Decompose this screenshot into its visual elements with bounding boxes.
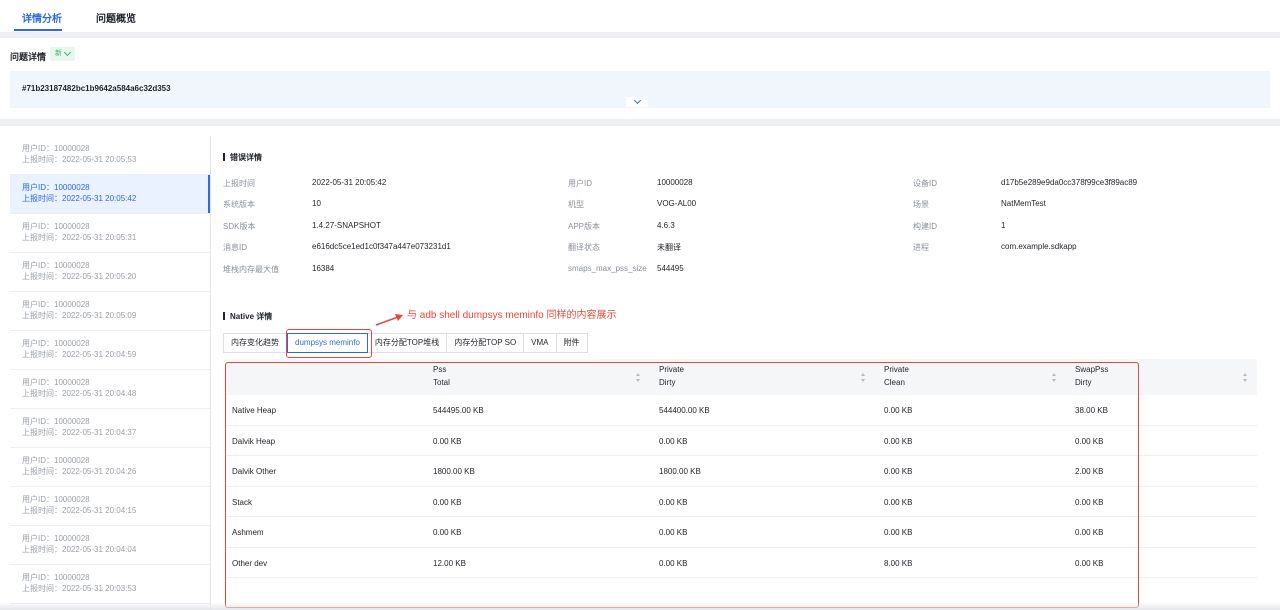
report-user-id: 用户ID：10000028 [22, 339, 90, 348]
chevron-down-icon [633, 96, 641, 105]
field-label: 设备ID [913, 179, 937, 188]
main-panel: 用户ID：10000028 上报时间：2022-05-31 20:05:53 用… [0, 126, 1280, 610]
report-list-item[interactable]: 用户ID：10000028 上报时间：2022-05-31 20:04:15 [10, 487, 210, 526]
report-time: 上报时间：2022-05-31 20:04:04 [22, 545, 137, 554]
field-label: 用户ID [568, 179, 592, 188]
report-list-item-selected[interactable]: 用户ID：10000028 上报时间：2022-05-31 20:05:42 [10, 175, 210, 214]
report-list-item[interactable]: 用户ID：10000028 上报时间：2022-05-31 20:05:53 [10, 136, 210, 175]
annotation-text: 与 adb shell dumpsys meminfo 同样的内容展示 [407, 310, 617, 321]
report-list-item[interactable]: 用户ID：10000028 上报时间：2022-05-31 20:05:09 [10, 292, 210, 331]
field-label: 翻译状态 [568, 243, 600, 252]
field-value: 4.6.3 [657, 221, 675, 230]
detail-content: 错误详情 上报时间 2022-05-31 20:05:42 系统版本 10 SD… [223, 126, 1268, 610]
native-sub-tabs: 内存变化趋势 dumpsys meminfo 内存分配TOP堆栈 内存分配TOP… [223, 333, 588, 353]
field-value: 未翻译 [657, 243, 681, 252]
tab-attachment[interactable]: 附件 [556, 333, 588, 353]
field-value: 1.4.27-SNAPSHOT [312, 221, 381, 230]
report-list-item[interactable]: 用户ID：10000028 上报时间：2022-05-31 20:04:26 [10, 448, 210, 487]
report-user-id: 用户ID：10000028 [22, 495, 90, 504]
sidebar-divider [210, 136, 211, 610]
annotation-highlight-table [225, 362, 1139, 608]
issue-hash: #71b23187482bc1b9642a584a6c32d353 [22, 84, 171, 93]
report-list-item[interactable]: 用户ID：10000028 上报时间：2022-05-31 20:04:04 [10, 526, 210, 565]
field-value: 1 [1001, 221, 1006, 230]
report-list-item[interactable]: 用户ID：10000028 上报时间：2022-05-31 20:04:48 [10, 370, 210, 409]
report-user-id: 用户ID：10000028 [22, 144, 90, 153]
report-time: 上报时间：2022-05-31 20:04:26 [22, 467, 137, 476]
field-label: 上报时间 [223, 179, 255, 188]
field-value: com.example.sdkapp [1001, 242, 1077, 251]
tab-issue-overview[interactable]: 问题概览 [96, 10, 136, 25]
tab-top-stack[interactable]: 内存分配TOP堆栈 [367, 333, 448, 353]
report-user-id: 用户ID：10000028 [22, 300, 90, 309]
report-user-id: 用户ID：10000028 [22, 534, 90, 543]
native-detail-title: Native 详情 [223, 311, 272, 322]
field-label: 场景 [913, 200, 929, 209]
report-list: 用户ID：10000028 上报时间：2022-05-31 20:05:53 用… [10, 136, 210, 610]
top-tab-bar: 详情分析 问题概览 [0, 0, 1280, 32]
active-tab-indicator [14, 29, 62, 31]
report-time: 上报时间：2022-05-31 20:04:59 [22, 350, 137, 359]
field-label: smaps_max_pss_size [568, 264, 647, 273]
field-label: 机型 [568, 200, 584, 209]
issue-status-badge[interactable]: 新 [50, 47, 75, 61]
expand-button[interactable] [626, 96, 648, 107]
report-user-id: 用户ID：10000028 [22, 378, 90, 387]
report-user-id: 用户ID：10000028 [22, 573, 90, 582]
field-label: APP版本 [568, 222, 601, 231]
field-label: 进程 [913, 243, 929, 252]
tab-top-so[interactable]: 内存分配TOP SO [447, 333, 525, 353]
error-detail-title: 错误详情 [223, 152, 262, 163]
field-value: 16384 [312, 264, 335, 273]
field-label: SDK版本 [223, 222, 256, 231]
field-value: NatMemTest [1001, 199, 1046, 208]
report-time: 上报时间：2022-05-31 20:05:20 [22, 272, 137, 281]
scroll-fade [0, 602, 1280, 610]
report-user-id: 用户ID：10000028 [22, 417, 90, 426]
report-time: 上报时间：2022-05-31 20:04:37 [22, 428, 137, 437]
field-value: d17b5e289e9da0cc378f99ce3f89ac89 [1001, 178, 1138, 187]
field-value: e616dc5ce1ed1c0f347a447e073231d1 [312, 242, 451, 251]
report-time: 上报时间：2022-05-31 20:05:09 [22, 311, 137, 320]
tab-memory-trend[interactable]: 内存变化趋势 [223, 333, 287, 353]
report-list-item[interactable]: 用户ID：10000028 上报时间：2022-05-31 20:04:37 [10, 409, 210, 448]
report-user-id: 用户ID：10000028 [22, 456, 90, 465]
field-value: 10000028 [657, 178, 693, 187]
field-label: 堆栈内存最大值 [223, 265, 279, 274]
issue-card: 问题详情 新 #71b23187482bc1b9642a584a6c32d353 [0, 38, 1280, 119]
report-list-item[interactable]: 用户ID：10000028 上报时间：2022-05-31 20:04:59 [10, 331, 210, 370]
chevron-down-icon [63, 48, 72, 57]
field-label: 构建ID [913, 222, 937, 231]
field-value: 10 [312, 199, 321, 208]
report-time: 上报时间：2022-05-31 20:05:53 [22, 155, 137, 164]
field-label: 消息ID [223, 243, 247, 252]
report-user-id: 用户ID：10000028 [22, 261, 90, 270]
report-user-id: 用户ID：10000028 [22, 183, 90, 192]
report-list-item[interactable]: 用户ID：10000028 上报时间：2022-05-31 20:03:53 [10, 565, 210, 604]
tab-vma[interactable]: VMA [524, 333, 557, 353]
field-value: 2022-05-31 20:05:42 [312, 178, 387, 187]
report-time: 上报时间：2022-05-31 20:04:15 [22, 506, 137, 515]
field-value: VOG-AL00 [657, 199, 697, 208]
annotation-highlight-tab [286, 329, 372, 358]
issue-status-text: 新 [55, 50, 62, 57]
report-time: 上报时间：2022-05-31 20:05:42 [22, 194, 137, 203]
report-list-item[interactable]: 用户ID：10000028 上报时间：2022-05-31 20:05:31 [10, 214, 210, 253]
field-label: 系统版本 [223, 200, 255, 209]
report-time: 上报时间：2022-05-31 20:04:48 [22, 389, 137, 398]
tab-detail-analysis[interactable]: 详情分析 [22, 10, 62, 25]
annotation-arrow-icon [375, 314, 403, 326]
sort-icon[interactable] [1243, 373, 1248, 382]
issue-detail-label: 问题详情 [10, 52, 47, 62]
field-value: 544495 [657, 264, 684, 273]
report-time: 上报时间：2022-05-31 20:05:31 [22, 233, 137, 242]
report-user-id: 用户ID：10000028 [22, 222, 90, 231]
report-time: 上报时间：2022-05-31 20:03:53 [22, 584, 137, 593]
report-list-item[interactable]: 用户ID：10000028 上报时间：2022-05-31 20:05:20 [10, 253, 210, 292]
